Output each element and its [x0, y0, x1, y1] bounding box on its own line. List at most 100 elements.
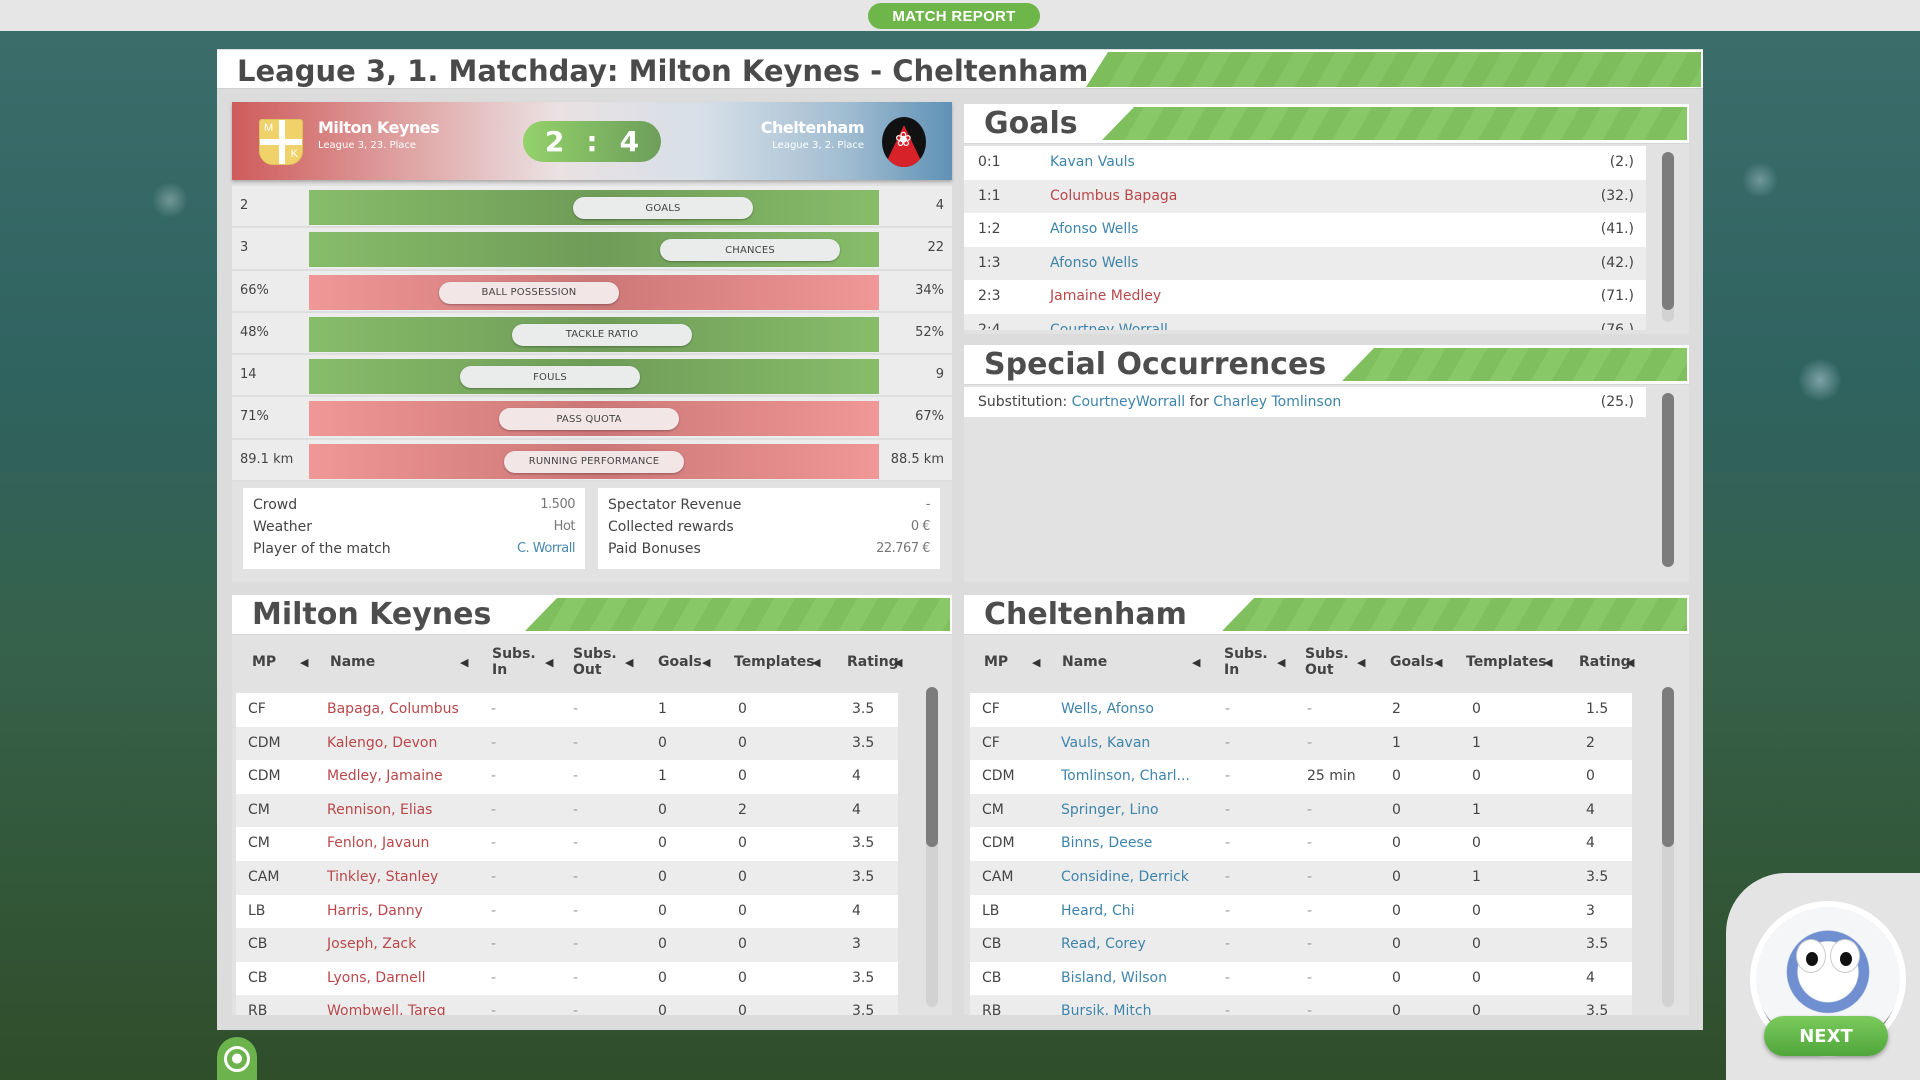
player-row[interactable]: CDM Tomlinson, Charl... - 25 min 0 0 0 — [970, 760, 1632, 794]
player-name-link[interactable]: Heard, Chi — [1061, 895, 1135, 929]
column-header-name[interactable]: Name — [330, 636, 375, 688]
player-row[interactable]: CM Springer, Lino - - 0 1 4 — [970, 793, 1632, 828]
player-name-link[interactable]: Joseph, Zack — [327, 928, 416, 962]
sort-arrow-icon[interactable]: ◀ — [1544, 636, 1552, 688]
player-row[interactable]: RB Bursik, Mitch - - 0 0 3.5 — [970, 995, 1632, 1015]
sort-arrow-icon[interactable]: ◀ — [1277, 636, 1285, 688]
sort-arrow-icon[interactable]: ◀ — [702, 636, 710, 688]
player-row[interactable]: CF Vauls, Kavan - - 1 1 2 — [970, 726, 1632, 761]
player-of-match-link[interactable]: C. Worrall — [517, 538, 576, 560]
goal-scorer-link[interactable]: Courtney Worrall — [1050, 314, 1168, 330]
player-row[interactable]: LB Harris, Danny - - 0 0 4 — [236, 894, 898, 929]
occurrences-scrollbar[interactable] — [1662, 393, 1674, 567]
cell-sub-in: - — [491, 902, 497, 919]
column-header-goals[interactable]: Goals — [1390, 636, 1434, 688]
sort-arrow-icon[interactable]: ◀ — [300, 636, 308, 688]
goals-scroll-thumb[interactable] — [1662, 152, 1674, 310]
hint-button[interactable]: ● — [217, 1037, 257, 1080]
player-name-link[interactable]: Rennison, Elias — [327, 794, 432, 828]
sort-arrow-icon[interactable]: ◀ — [545, 636, 553, 688]
column-header-rating[interactable]: Rating — [1579, 636, 1631, 688]
sort-arrow-icon[interactable]: ◀ — [894, 636, 902, 688]
column-header-templates[interactable]: Templates — [734, 636, 815, 688]
home-table-scroll-thumb[interactable] — [926, 687, 938, 847]
away-team-name[interactable]: Cheltenham — [761, 118, 865, 137]
player-row[interactable]: CM Fenlon, Javaun - - 0 0 3.5 — [236, 827, 898, 861]
player-row[interactable]: CF Bapaga, Columbus - - 1 0 3.5 — [236, 693, 898, 727]
home-team-name[interactable]: Milton Keynes — [318, 118, 440, 137]
player-row[interactable]: CM Rennison, Elias - - 0 2 4 — [236, 793, 898, 828]
away-table-scrollbar[interactable] — [1662, 687, 1674, 1007]
goal-scorer-link[interactable]: Afonso Wells — [1050, 213, 1138, 247]
player-row[interactable]: LB Heard, Chi - - 0 0 3 — [970, 894, 1632, 929]
player-row[interactable]: CB Joseph, Zack - - 0 0 3 — [236, 928, 898, 962]
column-header-goals[interactable]: Goals — [658, 636, 702, 688]
player-name-link[interactable]: Bursik, Mitch — [1061, 995, 1151, 1015]
player-row[interactable]: CAM Tinkley, Stanley - - 0 0 3.5 — [236, 860, 898, 895]
page-title: League 3, 1. Matchday: Milton Keynes - C… — [237, 54, 1089, 88]
occurrences-scroll-thumb[interactable] — [1662, 393, 1674, 567]
column-header-rating[interactable]: Rating — [847, 636, 899, 688]
player-name-link[interactable]: Binns, Deese — [1061, 827, 1152, 861]
cell-rating: 3.5 — [852, 835, 875, 852]
player-name-link[interactable]: Kalengo, Devon — [327, 727, 437, 761]
goals-list: 0:1 Kavan Vauls (2.) 1:1 Columbus Bapaga (32.… — [964, 146, 1646, 330]
column-header-subs-out[interactable]: Subs. Out — [573, 636, 617, 688]
player-out-link[interactable]: Charley Tomlinson — [1213, 394, 1341, 410]
player-row[interactable]: CDM Medley, Jamaine - - 1 0 4 — [236, 760, 898, 794]
column-header-name[interactable]: Name — [1062, 636, 1107, 688]
goal-score: 0:1 — [978, 154, 1001, 170]
player-name-link[interactable]: Wells, Afonso — [1061, 693, 1154, 727]
player-row[interactable]: CDM Kalengo, Devon - - 0 0 3.5 — [236, 726, 898, 761]
player-name-link[interactable]: Fenlon, Javaun — [327, 827, 429, 861]
player-row[interactable]: CB Read, Corey - - 0 0 3.5 — [970, 928, 1632, 962]
player-name-link[interactable]: Read, Corey — [1061, 928, 1146, 962]
goals-scrollbar[interactable] — [1662, 152, 1674, 322]
away-table-scroll-thumb[interactable] — [1662, 687, 1674, 847]
goal-item: 0:1 Kavan Vauls (2.) — [964, 146, 1646, 180]
player-name-link[interactable]: Medley, Jamaine — [327, 760, 443, 794]
sort-arrow-icon[interactable]: ◀ — [1626, 636, 1634, 688]
player-row[interactable]: CB Bisland, Wilson - - 0 0 4 — [970, 961, 1632, 996]
sort-arrow-icon[interactable]: ◀ — [1434, 636, 1442, 688]
goal-scorer-link[interactable]: Afonso Wells — [1050, 247, 1138, 281]
player-name-link[interactable]: Wombwell, Tareq — [327, 995, 446, 1015]
column-header-templates[interactable]: Templates — [1466, 636, 1547, 688]
player-name-link[interactable]: Bisland, Wilson — [1061, 962, 1167, 996]
sort-arrow-icon[interactable]: ◀ — [812, 636, 820, 688]
cell-goals: 1 — [658, 768, 667, 785]
player-name-link[interactable]: Tinkley, Stanley — [327, 861, 438, 895]
goal-scorer-link[interactable]: Columbus Bapaga — [1050, 180, 1177, 214]
home-team-crest: M K — [259, 119, 303, 165]
goal-scorer-link[interactable]: Jamaine Medley — [1050, 280, 1161, 314]
player-row[interactable]: CB Lyons, Darnell - - 0 0 3.5 — [236, 961, 898, 996]
player-name-link[interactable]: Lyons, Darnell — [327, 962, 426, 996]
goal-scorer-link[interactable]: Kavan Vauls — [1050, 146, 1135, 180]
sort-arrow-icon[interactable]: ◀ — [1357, 636, 1365, 688]
column-header-subs-out[interactable]: Subs. Out — [1305, 636, 1349, 688]
player-name-link[interactable]: Springer, Lino — [1061, 794, 1159, 828]
sort-arrow-icon[interactable]: ◀ — [625, 636, 633, 688]
player-row[interactable]: RB Wombwell, Tareq - - 0 0 3.5 — [236, 995, 898, 1015]
player-row[interactable]: CF Wells, Afonso - - 2 0 1.5 — [970, 693, 1632, 727]
player-name-link[interactable]: Vauls, Kavan — [1061, 727, 1150, 761]
player-in-link[interactable]: CourtneyWorrall — [1072, 394, 1185, 410]
player-name-link[interactable]: Tomlinson, Charl... — [1061, 760, 1190, 794]
stat-away-value: 67% — [915, 409, 944, 425]
player-name-link[interactable]: Considine, Derrick — [1061, 861, 1189, 895]
next-button[interactable]: NEXT — [1764, 1016, 1888, 1056]
sort-arrow-icon[interactable]: ◀ — [460, 636, 468, 688]
player-row[interactable]: CDM Binns, Deese - - 0 0 4 — [970, 827, 1632, 861]
page-title-bar: League 3, 1. Matchday: Milton Keynes - C… — [217, 50, 1703, 89]
match-report-tab[interactable]: MATCH REPORT — [868, 3, 1040, 29]
home-table-scrollbar[interactable] — [926, 687, 938, 1007]
column-header-subs-in[interactable]: Subs. In — [492, 636, 536, 688]
sort-arrow-icon[interactable]: ◀ — [1032, 636, 1040, 688]
column-header-mp[interactable]: MP — [252, 636, 276, 688]
sort-arrow-icon[interactable]: ◀ — [1192, 636, 1200, 688]
column-header-subs-in[interactable]: Subs. In — [1224, 636, 1268, 688]
column-header-mp[interactable]: MP — [984, 636, 1008, 688]
player-name-link[interactable]: Bapaga, Columbus — [327, 693, 459, 727]
player-name-link[interactable]: Harris, Danny — [327, 895, 423, 929]
player-row[interactable]: CAM Considine, Derrick - - 0 1 3.5 — [970, 860, 1632, 895]
